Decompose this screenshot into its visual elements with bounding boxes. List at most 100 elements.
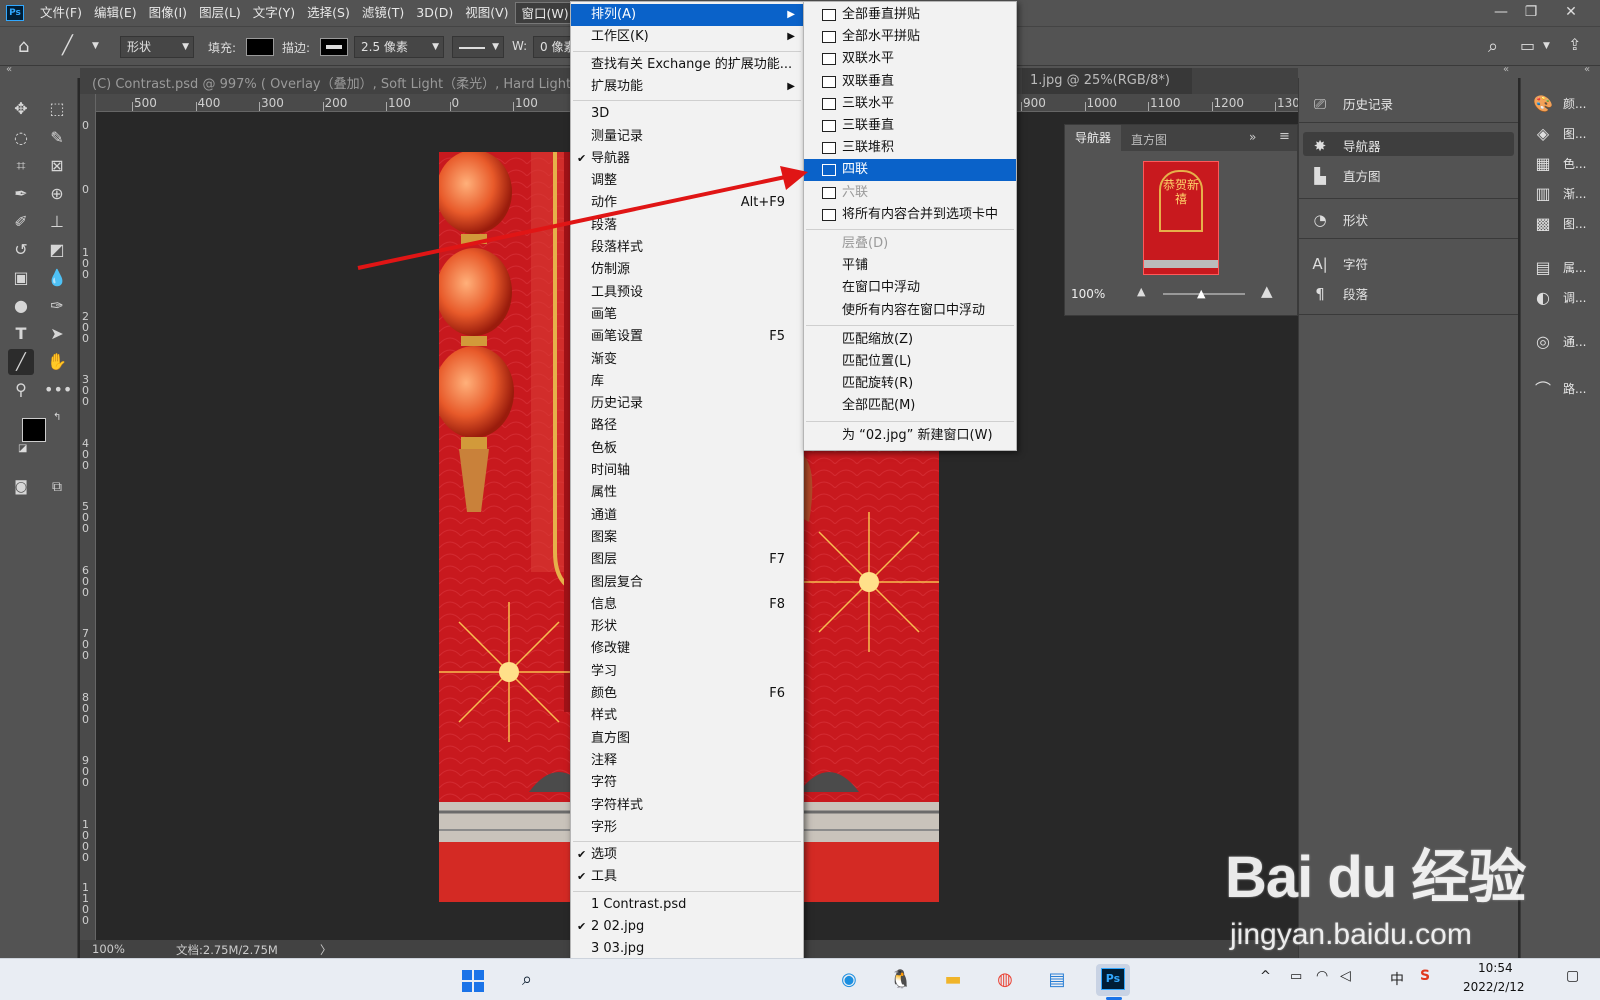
- swap-colors-icon[interactable]: ↰: [53, 412, 61, 423]
- window-menu-item[interactable]: 导航器 ✔: [571, 148, 803, 170]
- pen-tool-icon[interactable]: ✑: [44, 293, 70, 319]
- window-menu-item[interactable]: 段落: [571, 215, 803, 237]
- tab-histogram[interactable]: 直方图: [1131, 131, 1167, 148]
- chevron-down-icon[interactable]: ▼: [92, 41, 99, 51]
- window-menu-item[interactable]: 路径: [571, 415, 803, 437]
- notepad-icon[interactable]: ▤: [1040, 964, 1074, 996]
- window-menu-item[interactable]: 形状: [571, 616, 803, 638]
- width-input[interactable]: 0 像素: [533, 36, 573, 58]
- qq-icon[interactable]: 🐧: [884, 964, 918, 996]
- path-select-tool-icon[interactable]: ➤: [44, 321, 70, 347]
- collapse-icon[interactable]: «: [1503, 64, 1509, 75]
- arrange-menu-item[interactable]: 三联垂直: [804, 115, 1016, 137]
- close-icon[interactable]: ✕: [1556, 0, 1586, 24]
- workspace-icon[interactable]: ▭: [1520, 36, 1535, 55]
- restore-icon[interactable]: ❐: [1516, 0, 1546, 24]
- line-tool-icon[interactable]: ╱: [8, 349, 34, 375]
- document-tab-1jpg[interactable]: 1.jpg @ 25%(RGB/8*) ×: [1022, 68, 1192, 114]
- navigator-thumbnail[interactable]: 恭贺新禧: [1143, 161, 1219, 275]
- arrange-menu-item[interactable]: 全部匹配(M): [804, 395, 1016, 417]
- lasso-tool-icon[interactable]: ◌: [8, 125, 34, 151]
- panel-button[interactable]: ▤ 属...: [1533, 258, 1586, 277]
- panel-button[interactable]: ◎ 通...: [1533, 332, 1586, 351]
- panel-button[interactable]: ▩ 图...: [1533, 214, 1586, 233]
- menu-item[interactable]: 视图(V): [459, 2, 514, 24]
- window-menu-item[interactable]: 3 03.jpg: [571, 938, 803, 960]
- window-menu-item[interactable]: 字形: [571, 817, 803, 839]
- window-menu-item[interactable]: 注释: [571, 750, 803, 772]
- eraser-tool-icon[interactable]: ◩: [44, 237, 70, 263]
- panel-button[interactable]: 🎨 颜...: [1533, 94, 1586, 113]
- arrange-menu-item[interactable]: 四联: [804, 159, 1016, 182]
- arrange-menu-item[interactable]: 为 “02.jpg” 新建窗口(W): [804, 425, 1016, 447]
- type-tool-icon[interactable]: T: [8, 321, 34, 347]
- default-colors-icon[interactable]: ◪: [18, 443, 27, 454]
- arrange-menu-item[interactable]: 匹配缩放(Z): [804, 329, 1016, 351]
- tab-navigator[interactable]: 导航器: [1065, 125, 1121, 151]
- windows-start-icon[interactable]: [456, 964, 490, 996]
- window-menu-item[interactable]: 直方图: [571, 728, 803, 750]
- window-menu-item[interactable]: 排列(A) ▶: [571, 4, 803, 26]
- window-menu-item[interactable]: 段落样式: [571, 237, 803, 259]
- window-menu-item[interactable]: 选项 ✔: [571, 844, 803, 866]
- expand-panel-icon[interactable]: »: [1249, 130, 1256, 144]
- window-menu-item[interactable]: 画笔: [571, 304, 803, 326]
- window-menu-item[interactable]: 查找有关 Exchange 的扩展功能...: [571, 54, 803, 76]
- window-menu-item[interactable]: 图层 F7: [571, 549, 803, 571]
- ime-indicator[interactable]: 中: [1390, 969, 1404, 989]
- minimize-icon[interactable]: —: [1486, 0, 1516, 24]
- zoom-tool-icon[interactable]: ⚲: [8, 377, 34, 403]
- window-menu-item[interactable]: 2 02.jpg ✔: [571, 916, 803, 938]
- quick-select-tool-icon[interactable]: ✎: [44, 125, 70, 151]
- window-menu-item[interactable]: 信息 F8: [571, 594, 803, 616]
- healing-tool-icon[interactable]: ⊕: [44, 181, 70, 207]
- arrange-menu-item[interactable]: 在窗口中浮动: [804, 277, 1016, 299]
- window-menu-item[interactable]: 渐变: [571, 349, 803, 371]
- search-icon[interactable]: ⌕: [510, 964, 544, 996]
- brush-tool-icon[interactable]: ✐: [8, 209, 34, 235]
- folder-icon[interactable]: ▬: [936, 964, 970, 996]
- window-menu-item[interactable]: 画笔设置 F5: [571, 326, 803, 348]
- arrange-menu-item[interactable]: 使所有内容在窗口中浮动: [804, 300, 1016, 322]
- panel-button[interactable]: ⎚ 历史记录: [1311, 94, 1393, 113]
- window-menu-item[interactable]: 学习: [571, 661, 803, 683]
- panel-button[interactable]: ▥ 渐...: [1533, 184, 1586, 203]
- zoom-out-icon[interactable]: ▲: [1137, 285, 1145, 298]
- hand-tool-icon[interactable]: ✋: [44, 349, 70, 375]
- menu-item[interactable]: 3D(D): [410, 2, 459, 24]
- volume-icon[interactable]: ◁: [1340, 968, 1351, 984]
- arrange-menu-item[interactable]: 三联水平: [804, 93, 1016, 115]
- share-icon[interactable]: ⇪: [1568, 35, 1581, 54]
- arrange-menu-item[interactable]: 全部水平拼贴: [804, 26, 1016, 48]
- panel-button[interactable]: ¶ 段落: [1311, 284, 1368, 303]
- panel-button[interactable]: ▙ 直方图: [1311, 166, 1380, 185]
- wifi-icon[interactable]: ◠: [1316, 968, 1328, 984]
- stroke-type-select[interactable]: ▼: [452, 36, 504, 58]
- window-menu-item[interactable]: 历史记录: [571, 393, 803, 415]
- panel-button[interactable]: ✸ 导航器: [1311, 136, 1381, 155]
- stamp-tool-icon[interactable]: ⊥: [44, 209, 70, 235]
- history-brush-tool-icon[interactable]: ↺: [8, 237, 34, 263]
- marquee-tool-icon[interactable]: ⬚: [44, 96, 70, 122]
- window-menu-item[interactable]: 调整: [571, 170, 803, 192]
- more-tools-icon[interactable]: •••: [44, 377, 72, 403]
- fill-swatch[interactable]: [246, 38, 274, 56]
- collapse-left-icon[interactable]: «: [6, 64, 12, 75]
- panel-button[interactable]: ▦ 色...: [1533, 154, 1586, 173]
- window-menu-item[interactable]: 测量记录: [571, 126, 803, 148]
- search-icon[interactable]: ⌕: [1488, 36, 1498, 57]
- sogou-icon[interactable]: S: [1420, 968, 1430, 984]
- menu-item[interactable]: 选择(S): [301, 2, 356, 24]
- frame-tool-icon[interactable]: ⊠: [44, 153, 70, 179]
- screen-mode-icon[interactable]: ⧉: [44, 474, 70, 500]
- window-menu-item[interactable]: 仿制源: [571, 259, 803, 281]
- window-menu-item[interactable]: 工具预设: [571, 282, 803, 304]
- panel-button[interactable]: ◔ 形状: [1311, 210, 1368, 229]
- window-menu-item[interactable]: 库: [571, 371, 803, 393]
- home-icon[interactable]: ⌂: [18, 36, 29, 57]
- window-menu-item[interactable]: 扩展功能 ▶: [571, 76, 803, 98]
- dodge-tool-icon[interactable]: ●: [8, 293, 34, 319]
- menu-item[interactable]: 窗口(W): [514, 2, 576, 24]
- photoshop-taskbar-icon[interactable]: Ps: [1096, 964, 1130, 996]
- clock-date[interactable]: 2022/2/12: [1463, 980, 1525, 994]
